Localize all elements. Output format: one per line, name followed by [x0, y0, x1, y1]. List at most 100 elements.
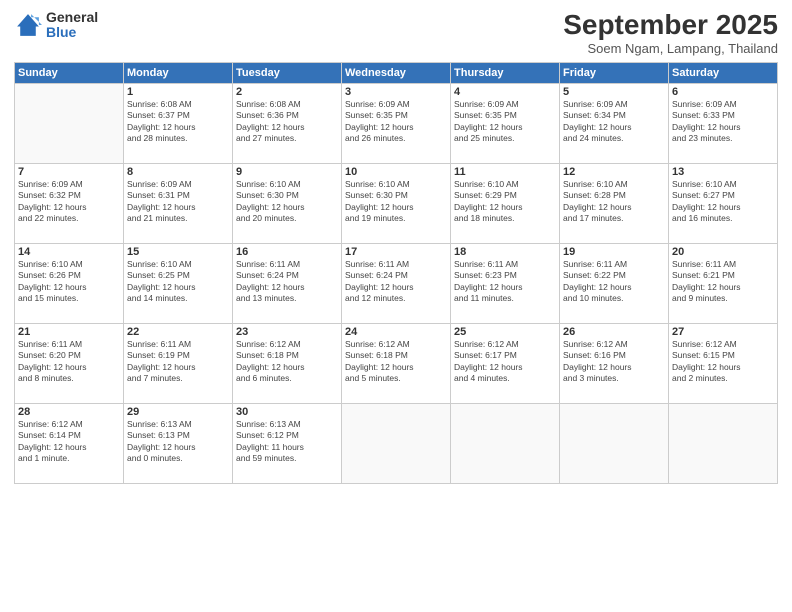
calendar-cell: 13Sunrise: 6:10 AM Sunset: 6:27 PM Dayli…	[669, 163, 778, 243]
calendar-cell: 15Sunrise: 6:10 AM Sunset: 6:25 PM Dayli…	[124, 243, 233, 323]
day-number: 9	[236, 166, 338, 178]
calendar-cell: 25Sunrise: 6:12 AM Sunset: 6:17 PM Dayli…	[451, 323, 560, 403]
day-info: Sunrise: 6:09 AM Sunset: 6:35 PM Dayligh…	[454, 99, 556, 145]
day-info: Sunrise: 6:10 AM Sunset: 6:28 PM Dayligh…	[563, 179, 665, 225]
calendar-cell: 23Sunrise: 6:12 AM Sunset: 6:18 PM Dayli…	[233, 323, 342, 403]
calendar-cell: 21Sunrise: 6:11 AM Sunset: 6:20 PM Dayli…	[15, 323, 124, 403]
day-number: 18	[454, 246, 556, 258]
calendar-cell: 26Sunrise: 6:12 AM Sunset: 6:16 PM Dayli…	[560, 323, 669, 403]
calendar-cell: 3Sunrise: 6:09 AM Sunset: 6:35 PM Daylig…	[342, 83, 451, 163]
day-info: Sunrise: 6:11 AM Sunset: 6:21 PM Dayligh…	[672, 259, 774, 305]
calendar-cell: 16Sunrise: 6:11 AM Sunset: 6:24 PM Dayli…	[233, 243, 342, 323]
day-info: Sunrise: 6:11 AM Sunset: 6:24 PM Dayligh…	[345, 259, 447, 305]
calendar-cell: 14Sunrise: 6:10 AM Sunset: 6:26 PM Dayli…	[15, 243, 124, 323]
logo-text: General Blue	[46, 10, 98, 41]
day-info: Sunrise: 6:12 AM Sunset: 6:16 PM Dayligh…	[563, 339, 665, 385]
day-number: 19	[563, 246, 665, 258]
calendar-cell: 17Sunrise: 6:11 AM Sunset: 6:24 PM Dayli…	[342, 243, 451, 323]
calendar-cell: 8Sunrise: 6:09 AM Sunset: 6:31 PM Daylig…	[124, 163, 233, 243]
title-block: September 2025 Soem Ngam, Lampang, Thail…	[563, 10, 778, 56]
calendar-body: 1Sunrise: 6:08 AM Sunset: 6:37 PM Daylig…	[15, 83, 778, 483]
day-number: 10	[345, 166, 447, 178]
day-number: 22	[127, 326, 229, 338]
location-subtitle: Soem Ngam, Lampang, Thailand	[563, 41, 778, 56]
col-monday: Monday	[124, 62, 233, 83]
calendar-week-1: 1Sunrise: 6:08 AM Sunset: 6:37 PM Daylig…	[15, 83, 778, 163]
day-number: 7	[18, 166, 120, 178]
day-number: 27	[672, 326, 774, 338]
day-info: Sunrise: 6:10 AM Sunset: 6:30 PM Dayligh…	[236, 179, 338, 225]
header-row: Sunday Monday Tuesday Wednesday Thursday…	[15, 62, 778, 83]
day-number: 17	[345, 246, 447, 258]
logo: General Blue	[14, 10, 98, 41]
calendar-header: Sunday Monday Tuesday Wednesday Thursday…	[15, 62, 778, 83]
day-info: Sunrise: 6:09 AM Sunset: 6:35 PM Dayligh…	[345, 99, 447, 145]
col-tuesday: Tuesday	[233, 62, 342, 83]
day-number: 5	[563, 86, 665, 98]
calendar-cell: 5Sunrise: 6:09 AM Sunset: 6:34 PM Daylig…	[560, 83, 669, 163]
day-number: 28	[18, 406, 120, 418]
day-info: Sunrise: 6:09 AM Sunset: 6:31 PM Dayligh…	[127, 179, 229, 225]
calendar-cell	[669, 403, 778, 483]
day-info: Sunrise: 6:10 AM Sunset: 6:26 PM Dayligh…	[18, 259, 120, 305]
day-info: Sunrise: 6:12 AM Sunset: 6:18 PM Dayligh…	[236, 339, 338, 385]
day-number: 4	[454, 86, 556, 98]
calendar-week-5: 28Sunrise: 6:12 AM Sunset: 6:14 PM Dayli…	[15, 403, 778, 483]
day-number: 2	[236, 86, 338, 98]
calendar-cell: 19Sunrise: 6:11 AM Sunset: 6:22 PM Dayli…	[560, 243, 669, 323]
day-info: Sunrise: 6:12 AM Sunset: 6:18 PM Dayligh…	[345, 339, 447, 385]
calendar-cell: 4Sunrise: 6:09 AM Sunset: 6:35 PM Daylig…	[451, 83, 560, 163]
day-info: Sunrise: 6:11 AM Sunset: 6:23 PM Dayligh…	[454, 259, 556, 305]
day-number: 11	[454, 166, 556, 178]
day-info: Sunrise: 6:11 AM Sunset: 6:20 PM Dayligh…	[18, 339, 120, 385]
calendar-week-2: 7Sunrise: 6:09 AM Sunset: 6:32 PM Daylig…	[15, 163, 778, 243]
day-number: 12	[563, 166, 665, 178]
day-number: 23	[236, 326, 338, 338]
calendar-cell	[15, 83, 124, 163]
calendar-cell	[342, 403, 451, 483]
calendar-week-4: 21Sunrise: 6:11 AM Sunset: 6:20 PM Dayli…	[15, 323, 778, 403]
calendar-cell: 18Sunrise: 6:11 AM Sunset: 6:23 PM Dayli…	[451, 243, 560, 323]
calendar-cell	[560, 403, 669, 483]
day-number: 8	[127, 166, 229, 178]
col-wednesday: Wednesday	[342, 62, 451, 83]
logo-general: General	[46, 10, 98, 25]
calendar-cell: 24Sunrise: 6:12 AM Sunset: 6:18 PM Dayli…	[342, 323, 451, 403]
month-title: September 2025	[563, 10, 778, 41]
day-info: Sunrise: 6:10 AM Sunset: 6:29 PM Dayligh…	[454, 179, 556, 225]
day-number: 6	[672, 86, 774, 98]
day-info: Sunrise: 6:11 AM Sunset: 6:19 PM Dayligh…	[127, 339, 229, 385]
day-info: Sunrise: 6:10 AM Sunset: 6:30 PM Dayligh…	[345, 179, 447, 225]
day-number: 16	[236, 246, 338, 258]
calendar-cell: 10Sunrise: 6:10 AM Sunset: 6:30 PM Dayli…	[342, 163, 451, 243]
day-info: Sunrise: 6:09 AM Sunset: 6:34 PM Dayligh…	[563, 99, 665, 145]
calendar-table: Sunday Monday Tuesday Wednesday Thursday…	[14, 62, 778, 484]
calendar-week-3: 14Sunrise: 6:10 AM Sunset: 6:26 PM Dayli…	[15, 243, 778, 323]
day-number: 21	[18, 326, 120, 338]
day-info: Sunrise: 6:09 AM Sunset: 6:32 PM Dayligh…	[18, 179, 120, 225]
calendar-cell: 2Sunrise: 6:08 AM Sunset: 6:36 PM Daylig…	[233, 83, 342, 163]
col-friday: Friday	[560, 62, 669, 83]
calendar-cell: 9Sunrise: 6:10 AM Sunset: 6:30 PM Daylig…	[233, 163, 342, 243]
day-number: 14	[18, 246, 120, 258]
day-number: 24	[345, 326, 447, 338]
calendar-cell: 29Sunrise: 6:13 AM Sunset: 6:13 PM Dayli…	[124, 403, 233, 483]
day-number: 26	[563, 326, 665, 338]
calendar-cell: 11Sunrise: 6:10 AM Sunset: 6:29 PM Dayli…	[451, 163, 560, 243]
day-number: 13	[672, 166, 774, 178]
day-info: Sunrise: 6:08 AM Sunset: 6:36 PM Dayligh…	[236, 99, 338, 145]
day-info: Sunrise: 6:10 AM Sunset: 6:27 PM Dayligh…	[672, 179, 774, 225]
calendar-cell: 20Sunrise: 6:11 AM Sunset: 6:21 PM Dayli…	[669, 243, 778, 323]
col-saturday: Saturday	[669, 62, 778, 83]
day-number: 25	[454, 326, 556, 338]
calendar-cell	[451, 403, 560, 483]
day-info: Sunrise: 6:12 AM Sunset: 6:15 PM Dayligh…	[672, 339, 774, 385]
calendar-cell: 27Sunrise: 6:12 AM Sunset: 6:15 PM Dayli…	[669, 323, 778, 403]
logo-blue: Blue	[46, 25, 98, 40]
day-info: Sunrise: 6:12 AM Sunset: 6:14 PM Dayligh…	[18, 419, 120, 465]
day-number: 29	[127, 406, 229, 418]
calendar-cell: 7Sunrise: 6:09 AM Sunset: 6:32 PM Daylig…	[15, 163, 124, 243]
day-number: 30	[236, 406, 338, 418]
calendar-cell: 30Sunrise: 6:13 AM Sunset: 6:12 PM Dayli…	[233, 403, 342, 483]
calendar-cell: 6Sunrise: 6:09 AM Sunset: 6:33 PM Daylig…	[669, 83, 778, 163]
